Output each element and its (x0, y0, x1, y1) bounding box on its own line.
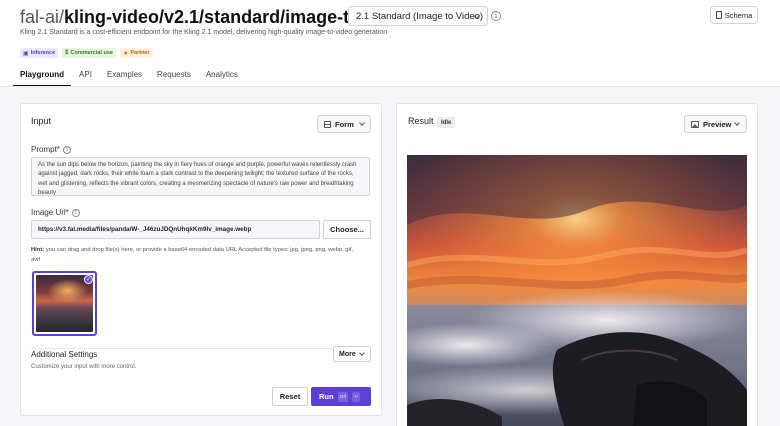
image-icon (691, 120, 699, 128)
image-thumbnail[interactable]: ✓ (32, 271, 97, 336)
document-icon (715, 11, 722, 19)
tab-analytics[interactable]: Analytics (206, 67, 238, 86)
result-panel: Result Idle Preview (396, 103, 758, 426)
tab-requests[interactable]: Requests (157, 67, 191, 86)
schema-label: Schema (724, 10, 753, 20)
preview-label: Preview (703, 119, 732, 129)
partner-icon: ★ (122, 50, 129, 57)
check-icon: ✓ (84, 275, 93, 284)
enter-key-hint: ↵ (352, 391, 361, 402)
run-label: Run (319, 392, 334, 401)
tab-bar: Playground API Examples Requests Analyti… (12, 67, 253, 86)
badge-row: ▣ Inference $ Commercial use ★ Partner (20, 48, 153, 58)
partner-badge: ★ Partner (119, 48, 153, 58)
additional-settings-title[interactable]: Additional Settings (31, 350, 97, 359)
commercial-badge-label: Commercial use (70, 50, 113, 56)
dollar-icon: $ (65, 50, 69, 56)
header: fal-ai/kling-video/v2.1/standard/image-t… (0, 0, 780, 100)
commercial-use-badge: $ Commercial use (62, 48, 116, 58)
choose-file-button[interactable]: Choose... (323, 220, 371, 239)
hint-text: you can drag and drop file(s) here, or p… (31, 247, 354, 263)
inference-badge: ▣ Inference (20, 48, 59, 58)
image-url-input[interactable]: https://v3.fal.media/files/panda/W-_J46z… (31, 220, 320, 239)
sunset-waves-image (407, 155, 747, 426)
tab-api[interactable]: API (79, 67, 92, 86)
more-button[interactable]: More (333, 346, 371, 362)
info-icon[interactable]: i (62, 145, 71, 154)
input-panel-title: Input (31, 116, 52, 126)
model-owner[interactable]: fal-ai/ (20, 7, 64, 27)
tab-playground[interactable]: Playground (12, 67, 72, 86)
section-divider (31, 348, 371, 349)
reset-button[interactable]: Reset (272, 387, 308, 406)
input-panel: Input Form Prompt* i As the sun dips bel… (20, 103, 382, 416)
schema-button[interactable]: Schema (710, 6, 758, 24)
inference-icon: ▣ (23, 50, 29, 57)
version-select-value: 2.1 Standard (Image to Video) (356, 10, 484, 22)
form-mode-label: Form (335, 119, 354, 129)
chevron-down-icon (359, 120, 365, 126)
image-url-label: Image Url* i (31, 208, 80, 217)
hint-label: Hint: (31, 247, 45, 253)
result-image (407, 155, 747, 426)
preview-mode-button[interactable]: Preview (684, 115, 747, 133)
version-select[interactable]: 2.1 Standard (Image to Video) (348, 6, 488, 26)
chevron-down-icon (734, 120, 740, 126)
more-label: More (339, 350, 356, 358)
inference-badge-label: Inference (30, 50, 56, 56)
prompt-textarea[interactable]: As the sun dips below the horizon, paint… (31, 157, 370, 196)
partner-badge-label: Partner (130, 50, 150, 56)
form-mode-button[interactable]: Form (317, 115, 371, 133)
thumbnail-image (36, 275, 93, 332)
info-icon[interactable]: i (491, 11, 501, 21)
result-panel-title: Result (408, 116, 434, 126)
form-icon (324, 120, 331, 128)
chevron-down-icon (359, 350, 365, 356)
status-badge: Idle (437, 117, 456, 128)
prompt-label-text: Prompt* (31, 145, 60, 154)
info-icon[interactable]: i (71, 208, 80, 217)
prompt-label: Prompt* i (31, 145, 71, 154)
model-description: Kling 2.1 Standard is a cost-efficient e… (20, 29, 388, 36)
ctrl-key-hint: ctrl (337, 391, 349, 402)
additional-settings-subtitle: Customize your input with more control. (31, 364, 137, 370)
upload-hint: Hint: you can drag and drop file(s) here… (31, 246, 361, 265)
tab-examples[interactable]: Examples (107, 67, 142, 86)
image-url-label-text: Image Url* (31, 208, 69, 217)
run-button[interactable]: Run ctrl ↵ (311, 387, 371, 406)
